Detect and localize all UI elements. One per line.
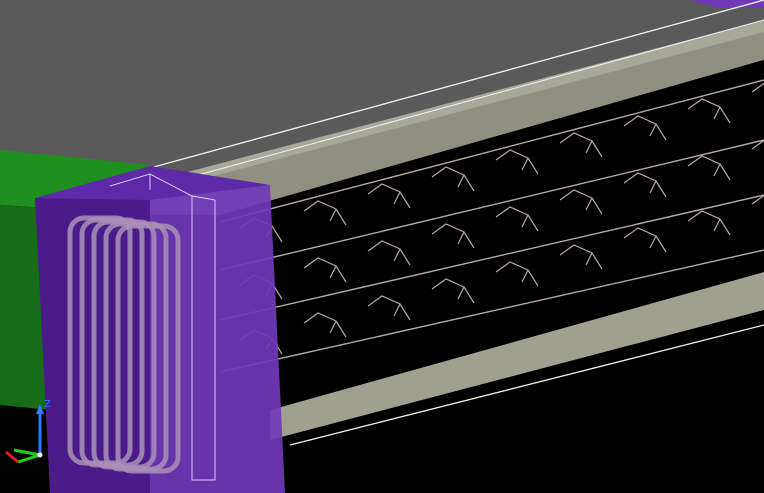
column-side-face[interactable] xyxy=(150,166,285,493)
cad-3d-viewport[interactable]: Z xyxy=(0,0,764,493)
model-scene[interactable] xyxy=(0,0,764,493)
axis-origin xyxy=(37,452,43,458)
